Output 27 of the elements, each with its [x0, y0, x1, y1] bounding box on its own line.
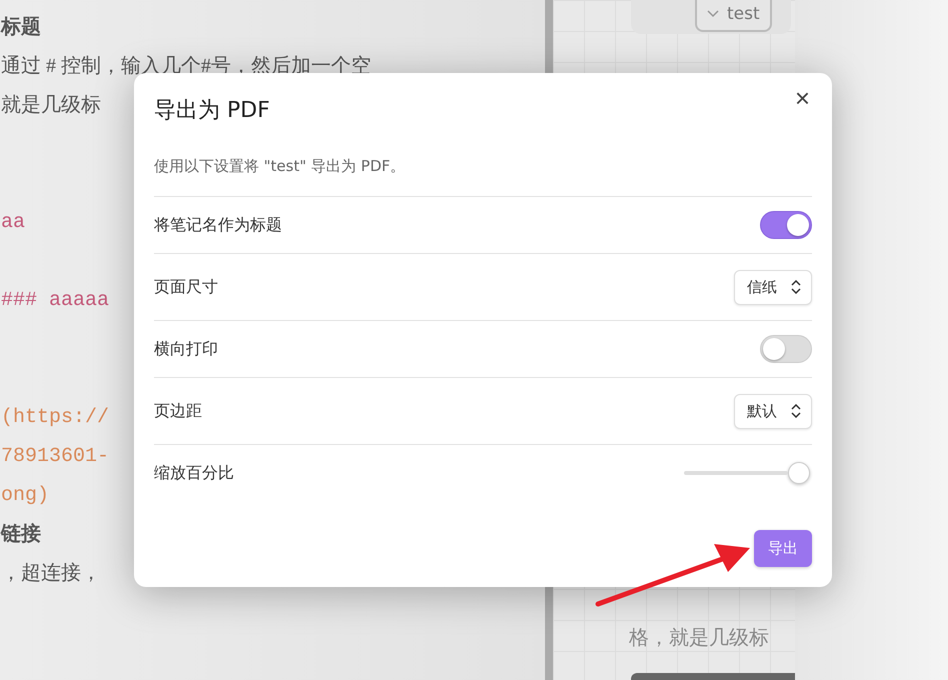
updown-chevron-icon: [791, 280, 801, 294]
note-tab[interactable]: test: [695, 0, 772, 32]
text-line: ，超连接，: [1, 562, 101, 584]
setting-label: 页面尺寸: [154, 276, 218, 298]
updown-chevron-icon: [791, 404, 801, 418]
text-line: 就是几级标: [1, 94, 101, 116]
code-line: ### aaaaa: [1, 289, 110, 312]
dialog-description: 使用以下设置将 "test" 导出为 PDF。: [154, 157, 406, 176]
code-line: 78913601-: [1, 445, 110, 468]
heading-text: 标题: [1, 16, 41, 38]
code-line: ong): [1, 484, 50, 507]
setting-label: 缩放百分比: [154, 462, 234, 484]
close-button[interactable]: ×: [792, 85, 812, 111]
heading-text: 链接: [1, 523, 41, 545]
text-line: 格，就是几级标: [629, 624, 770, 651]
code-line: (https://: [1, 406, 110, 429]
toggle-switch[interactable]: [760, 335, 812, 363]
dropdown[interactable]: 信纸: [734, 270, 812, 304]
code-line: aa: [1, 211, 26, 234]
toggle-switch[interactable]: [760, 211, 812, 239]
setting-label: 页边距: [154, 400, 202, 422]
dropdown[interactable]: 默认: [734, 394, 812, 428]
chevron-icon: [707, 10, 719, 18]
dialog-title: 导出为 PDF: [154, 97, 270, 125]
slider-thumb[interactable]: [788, 462, 810, 484]
setting-label: 横向打印: [154, 338, 218, 360]
setting-label: 将笔记名作为标题: [154, 214, 282, 236]
